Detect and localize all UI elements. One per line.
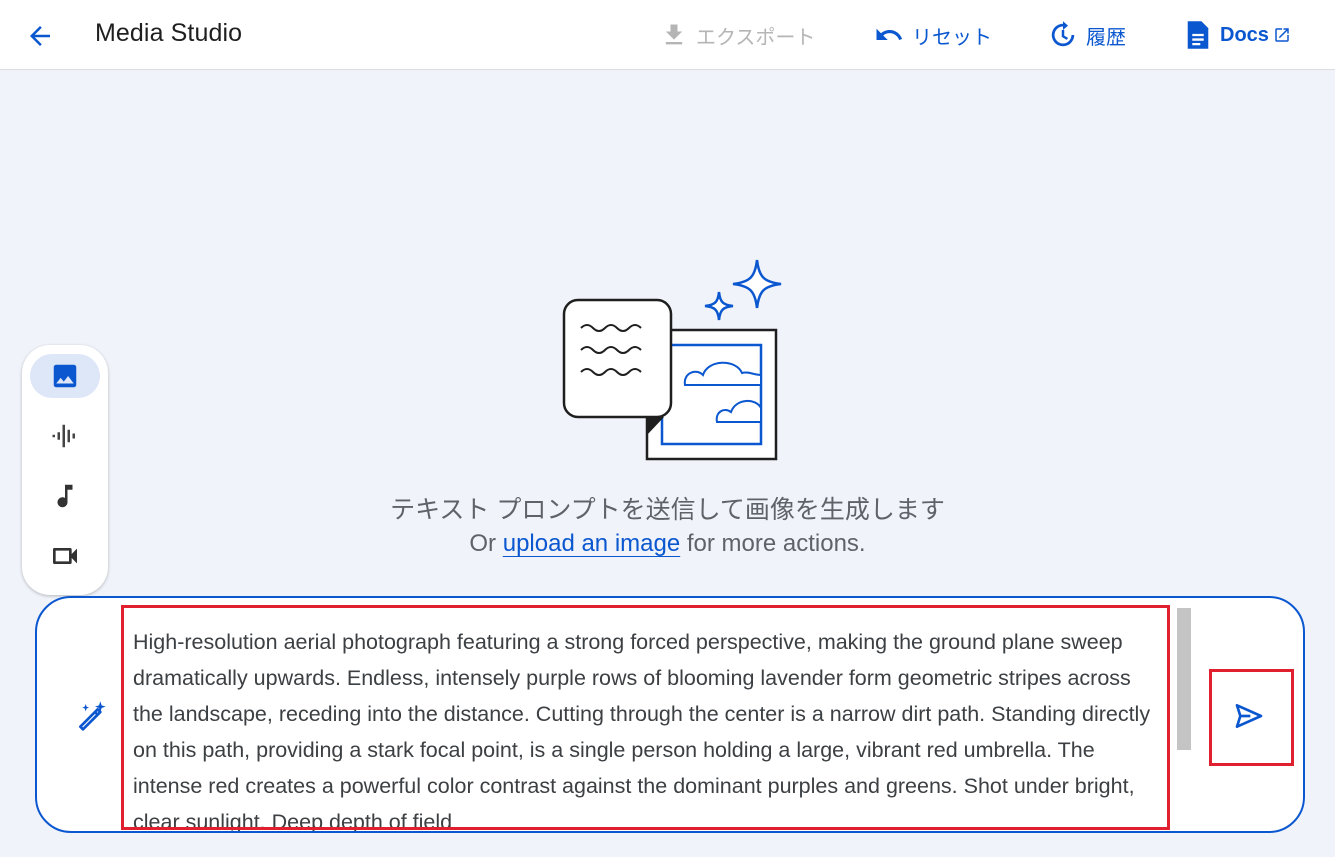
open-in-new-icon	[1273, 26, 1291, 44]
audio-waveform-icon	[52, 424, 75, 448]
export-label: エクスポート	[696, 26, 816, 49]
mode-speech-button[interactable]	[30, 414, 100, 458]
history-icon	[1048, 20, 1078, 50]
prompt-composer: High-resolution aerial photograph featur…	[35, 596, 1305, 833]
download-icon	[660, 21, 688, 49]
subtitle-prefix: Or	[469, 530, 503, 557]
export-button[interactable]: エクスポート	[660, 18, 815, 52]
back-button[interactable]	[22, 18, 58, 54]
upload-image-link[interactable]: upload an image	[503, 530, 680, 557]
undo-icon	[874, 20, 904, 50]
image-icon	[53, 364, 77, 388]
empty-state-subtitle: Or upload an image for more actions.	[0, 530, 1335, 558]
docs-label: Docs	[1220, 23, 1269, 46]
mode-video-button[interactable]	[30, 534, 100, 578]
enhance-prompt-button[interactable]	[73, 698, 109, 734]
mode-music-button[interactable]	[30, 474, 100, 518]
send-button[interactable]	[1227, 694, 1271, 738]
send-icon	[1235, 704, 1263, 728]
sparkle-large-icon	[732, 259, 782, 309]
history-label: 履歴	[1086, 26, 1126, 49]
empty-state-illustration	[556, 255, 786, 470]
subtitle-suffix: for more actions.	[680, 530, 866, 557]
app-title: Media Studio	[95, 19, 243, 47]
sparkle-small-icon	[704, 291, 734, 321]
docs-link[interactable]: Docs	[1184, 18, 1291, 52]
history-button[interactable]: 履歴	[1048, 18, 1126, 52]
video-camera-icon	[53, 548, 77, 564]
top-bar: Media Studio エクスポート リセット 履歴 Docs	[0, 0, 1335, 70]
document-icon	[1184, 19, 1212, 51]
media-mode-rail	[22, 345, 108, 595]
reset-button[interactable]: リセット	[874, 18, 992, 52]
prompt-scrollbar[interactable]	[1177, 608, 1191, 750]
prompt-textarea[interactable]: High-resolution aerial photograph featur…	[133, 624, 1153, 831]
magic-wand-icon	[79, 701, 106, 731]
reset-label: リセット	[912, 26, 992, 49]
music-note-icon	[57, 484, 73, 508]
mode-image-button[interactable]	[30, 354, 100, 398]
arrow-back-icon	[30, 26, 50, 46]
empty-state-title: テキスト プロンプトを送信して画像を生成します	[390, 496, 945, 524]
